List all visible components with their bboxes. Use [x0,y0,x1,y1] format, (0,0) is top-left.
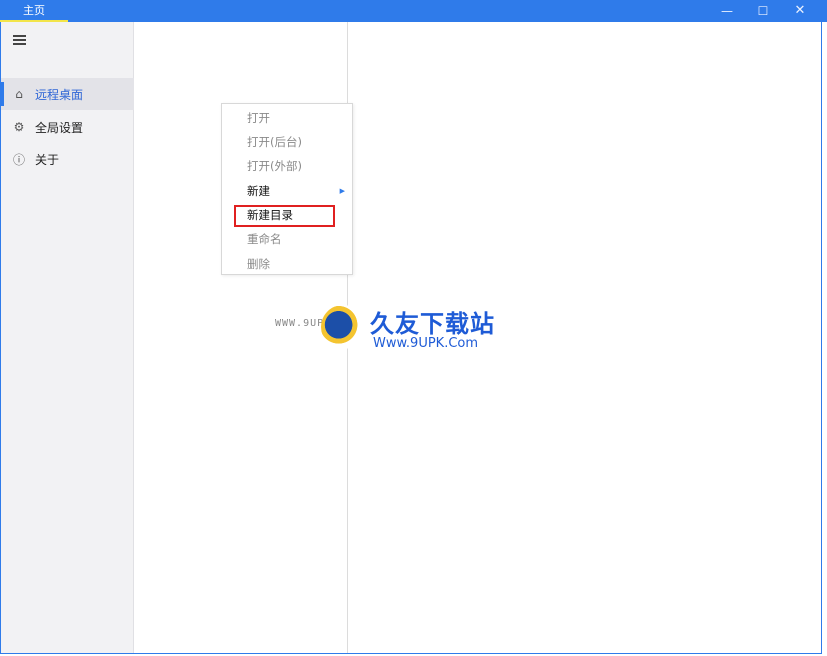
menu-item-open-background[interactable]: 打开(后台) [222,130,352,154]
watermark: WWW.9UPK.COM 久友下载站 Www.9UPK.Com [275,303,515,355]
title-bar: 主页 — ☐ ✕ [0,0,827,22]
sidebar: ⌂ 远程桌面 ⚙ 全局设置 ⓘ 关于 [1,22,134,653]
menu-item-open-external[interactable]: 打开(外部) [222,154,352,178]
sidebar-item-label: 全局设置 [35,120,84,135]
sidebar-item-global-settings[interactable]: ⚙ 全局设置 [1,111,134,143]
minimize-button[interactable]: — [709,0,745,22]
menu-item-new[interactable]: 新建 ▶ [222,179,352,203]
settings-icon: ⚙ [13,120,25,134]
sidebar-item-about[interactable]: ⓘ 关于 [1,143,134,175]
info-icon: ⓘ [12,152,25,167]
watermark-url: Www.9UPK.Com [373,336,479,351]
sidebar-item-label: 关于 [35,152,60,167]
home-icon: ⌂ [15,87,23,101]
watermark-brand: 久友下载站 [370,310,495,338]
tab-home[interactable]: 主页 [0,0,68,22]
context-menu: 打开 打开(后台) 打开(外部) 新建 ▶ 新建目录 重命名 删除 [221,103,353,275]
submenu-arrow-icon: ▶ [339,187,345,195]
hamburger-icon[interactable] [13,35,26,45]
menu-item-open[interactable]: 打开 [222,106,352,130]
sidebar-item-remote-desktop[interactable]: ⌂ 远程桌面 [1,78,134,110]
watermark-logo-icon [321,305,365,349]
menu-item-label: 新建 [247,184,270,198]
annotation-highlight-box [234,205,335,227]
close-button[interactable]: ✕ [782,0,818,22]
maximize-button[interactable]: ☐ [745,0,781,22]
menu-item-delete[interactable]: 删除 [222,252,352,276]
sidebar-item-label: 远程桌面 [35,87,84,102]
menu-item-rename[interactable]: 重命名 [222,227,352,251]
